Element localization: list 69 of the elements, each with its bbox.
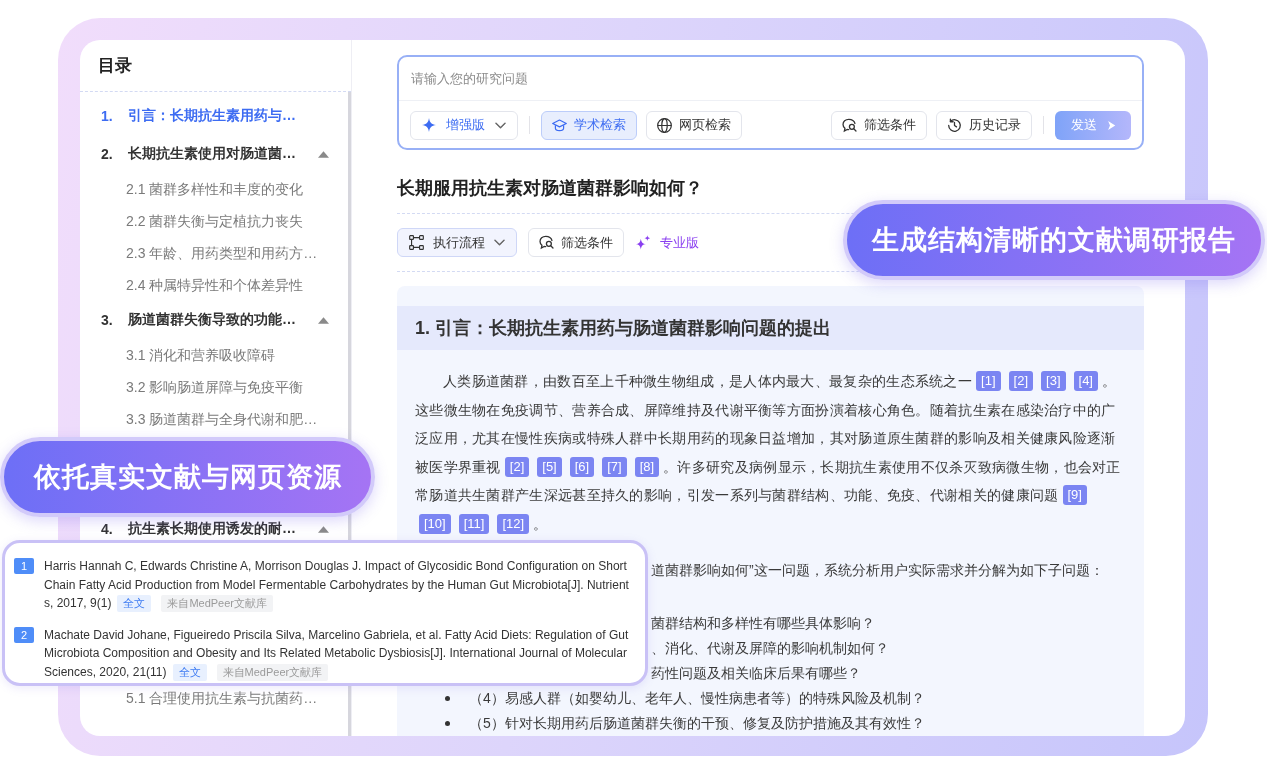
toc-item[interactable]: 1. 引言：长期抗生素用药与… [80,97,348,135]
citation-link[interactable]: [11] [458,513,490,534]
reference-number: 2 [14,626,34,643]
globe-icon [657,117,672,133]
full-text-link[interactable]: 全文 [117,595,152,612]
mode-dropdown[interactable]: 增强版 [410,110,518,140]
flowchart-icon [409,235,424,250]
citation-link[interactable]: [3] [1041,371,1066,391]
sub-question-text: （4）易感人群（如婴幼儿、老年人、慢性病患者等）的特殊风险及机制？ [469,689,925,708]
source-tag: 来自MedPeer文献库 [161,595,273,612]
citation-link[interactable]: [2] [1008,371,1034,391]
sub-question-text: 菌群结构和多样性有哪些具体影响？ [651,614,875,633]
source-toggle[interactable]: 学术检索 [541,110,637,140]
chevron-down-icon [494,239,505,246]
toc-subitem[interactable]: 3.2 影响肠道屏障与免疫平衡 [80,371,348,403]
feature-banner: 依托真实文献与网页资源 [0,437,375,517]
question-input[interactable]: 请输入您的研究问题 [399,57,1142,100]
citation-link[interactable]: [8] [634,456,660,477]
citation-link[interactable]: [7] [602,456,627,477]
history-icon [947,117,962,133]
source-toggle[interactable]: 网页检索 [646,110,742,140]
reference-text: Machate David Johane, Figueiredo Priscila Silva, Marcelino Gabriela, et al. Fatty Acid Diets: Regulation of Gut Microbiota Composition and Obesity and Its Related Metabolic Dysbiosis[J]. International Journal of Molecular Sciences, 2020, 21(11) 全文 来自MedPeer文献库 [44,626,630,681]
section-title: 1. 引言：长期抗生素用药与肠道菌群影响问题的提出 [415,317,831,340]
toc-subitem[interactable]: 3.1 消化和营养吸收障碍 [80,339,348,371]
toc-subitem[interactable]: 2.1 菌群多样性和丰度的变化 [80,173,348,205]
citation-link[interactable]: [2] [504,456,530,477]
caret-up-icon[interactable] [318,150,329,158]
full-text-link[interactable]: 全文 [172,663,207,681]
sub-question-text: （5）针对长期用药后肠道菌群失衡的干预、修复及防护措施及其有效性？ [469,714,925,733]
sub-question-text: 、消化、代谢及屏障的影响机制如何？ [651,639,889,658]
filter-button[interactable]: 筛选条件 [831,110,927,140]
toc-subitem[interactable]: 5.1 合理使用抗生素与抗菌药… [80,682,348,714]
toc-item[interactable]: 2. 长期抗生素使用对肠道菌… [80,135,348,173]
caret-up-icon[interactable] [318,316,329,324]
workflow-dropdown[interactable]: 执行流程 [397,228,517,257]
citation-link[interactable]: [1] [976,371,1001,391]
toc-subitem[interactable]: 3.3 肠道菌群与全身代谢和肥… [80,403,348,435]
citation-link[interactable]: [9] [1062,485,1087,505]
reference-text: Harris Hannah C, Edwards Christine A, Morrison Douglas J. Impact of Glycosidic Bond Configuration on Short Chain Fatty Acid Production from Model Fermentable Carbohydrates by the Human Gut Microbiota[J]. Nutrients, 2017, 9(1) 全文 来自MedPeer文献库 [44,558,630,613]
reference-number: 1 [14,558,34,574]
report-paragraph: 人类肠道菌群，由数百至上千种微生物组成，是人体内最大、最复杂的生态系统之一 [1] [2] [3] [4] 。这些微生物在免疫调节、营养合成、屏障维持及代谢平衡等方面扮演着核心角色。随着抗生素在感染治疗中的广泛应用，尤其在慢性疾病或特殊人群中长期用药的现象日益增加，其对肠道原生菌群的影响及相关健康风险逐渐被医学界重视 [2] [5] [6] [7] [8] 。许多研究及病例显示，长期抗生素使用不仅杀灭致病微生物，也会对正常肠道共生菌群产生深远甚至持久的影响，引发一系列与菌群结构、功能、免疫、代谢相关的健康问题 [9] [10] [11] [12] 。 [415,370,1122,536]
citation-link[interactable]: [6] [569,456,595,477]
bullet-icon [445,721,450,726]
sparkles-icon [635,234,651,251]
feature-banner: 生成结构清晰的文献调研报告 [843,200,1265,280]
graduation-cap-icon [552,117,567,133]
sparkle-icon [422,118,436,132]
send-arrow-icon [1106,119,1116,131]
citation-link[interactable]: [4] [1073,371,1098,391]
toc-subitem[interactable]: 2.3 年龄、用药类型和用药方… [80,237,348,269]
filter-button[interactable]: 筛选条件 [528,228,624,257]
citation-link[interactable]: [5] [537,456,562,477]
intro-text: 道菌群影响如何”这一问题，系统分析用户实际需求并分解为如下子问题： [651,562,1104,580]
chat-search-icon [539,235,554,250]
chat-search-icon [842,117,857,133]
citation-link[interactable]: [10] [419,513,451,534]
toc-item[interactable]: 4. 抗生素长期使用诱发的耐… [80,518,348,540]
chevron-down-icon [495,121,506,129]
caret-up-icon[interactable] [318,525,329,533]
source-tag: 来自MedPeer文献库 [216,663,329,681]
sidebar-title: 目录 [98,55,132,77]
edition-label: 专业版 [660,233,699,252]
toc-subitem[interactable]: 2.4 种属特异性和个体差异性 [80,269,348,301]
history-button[interactable]: 历史记录 [936,110,1032,140]
toc-item[interactable]: 3. 肠道菌群失衡导致的功能… [80,301,348,339]
citation-link[interactable]: [12] [497,513,530,534]
sub-question-text: 药性问题及相关临床后果有哪些？ [651,664,861,683]
bullet-icon [445,696,450,701]
toc-subitem[interactable]: 2.2 菌群失衡与定植抗力丧失 [80,205,348,237]
